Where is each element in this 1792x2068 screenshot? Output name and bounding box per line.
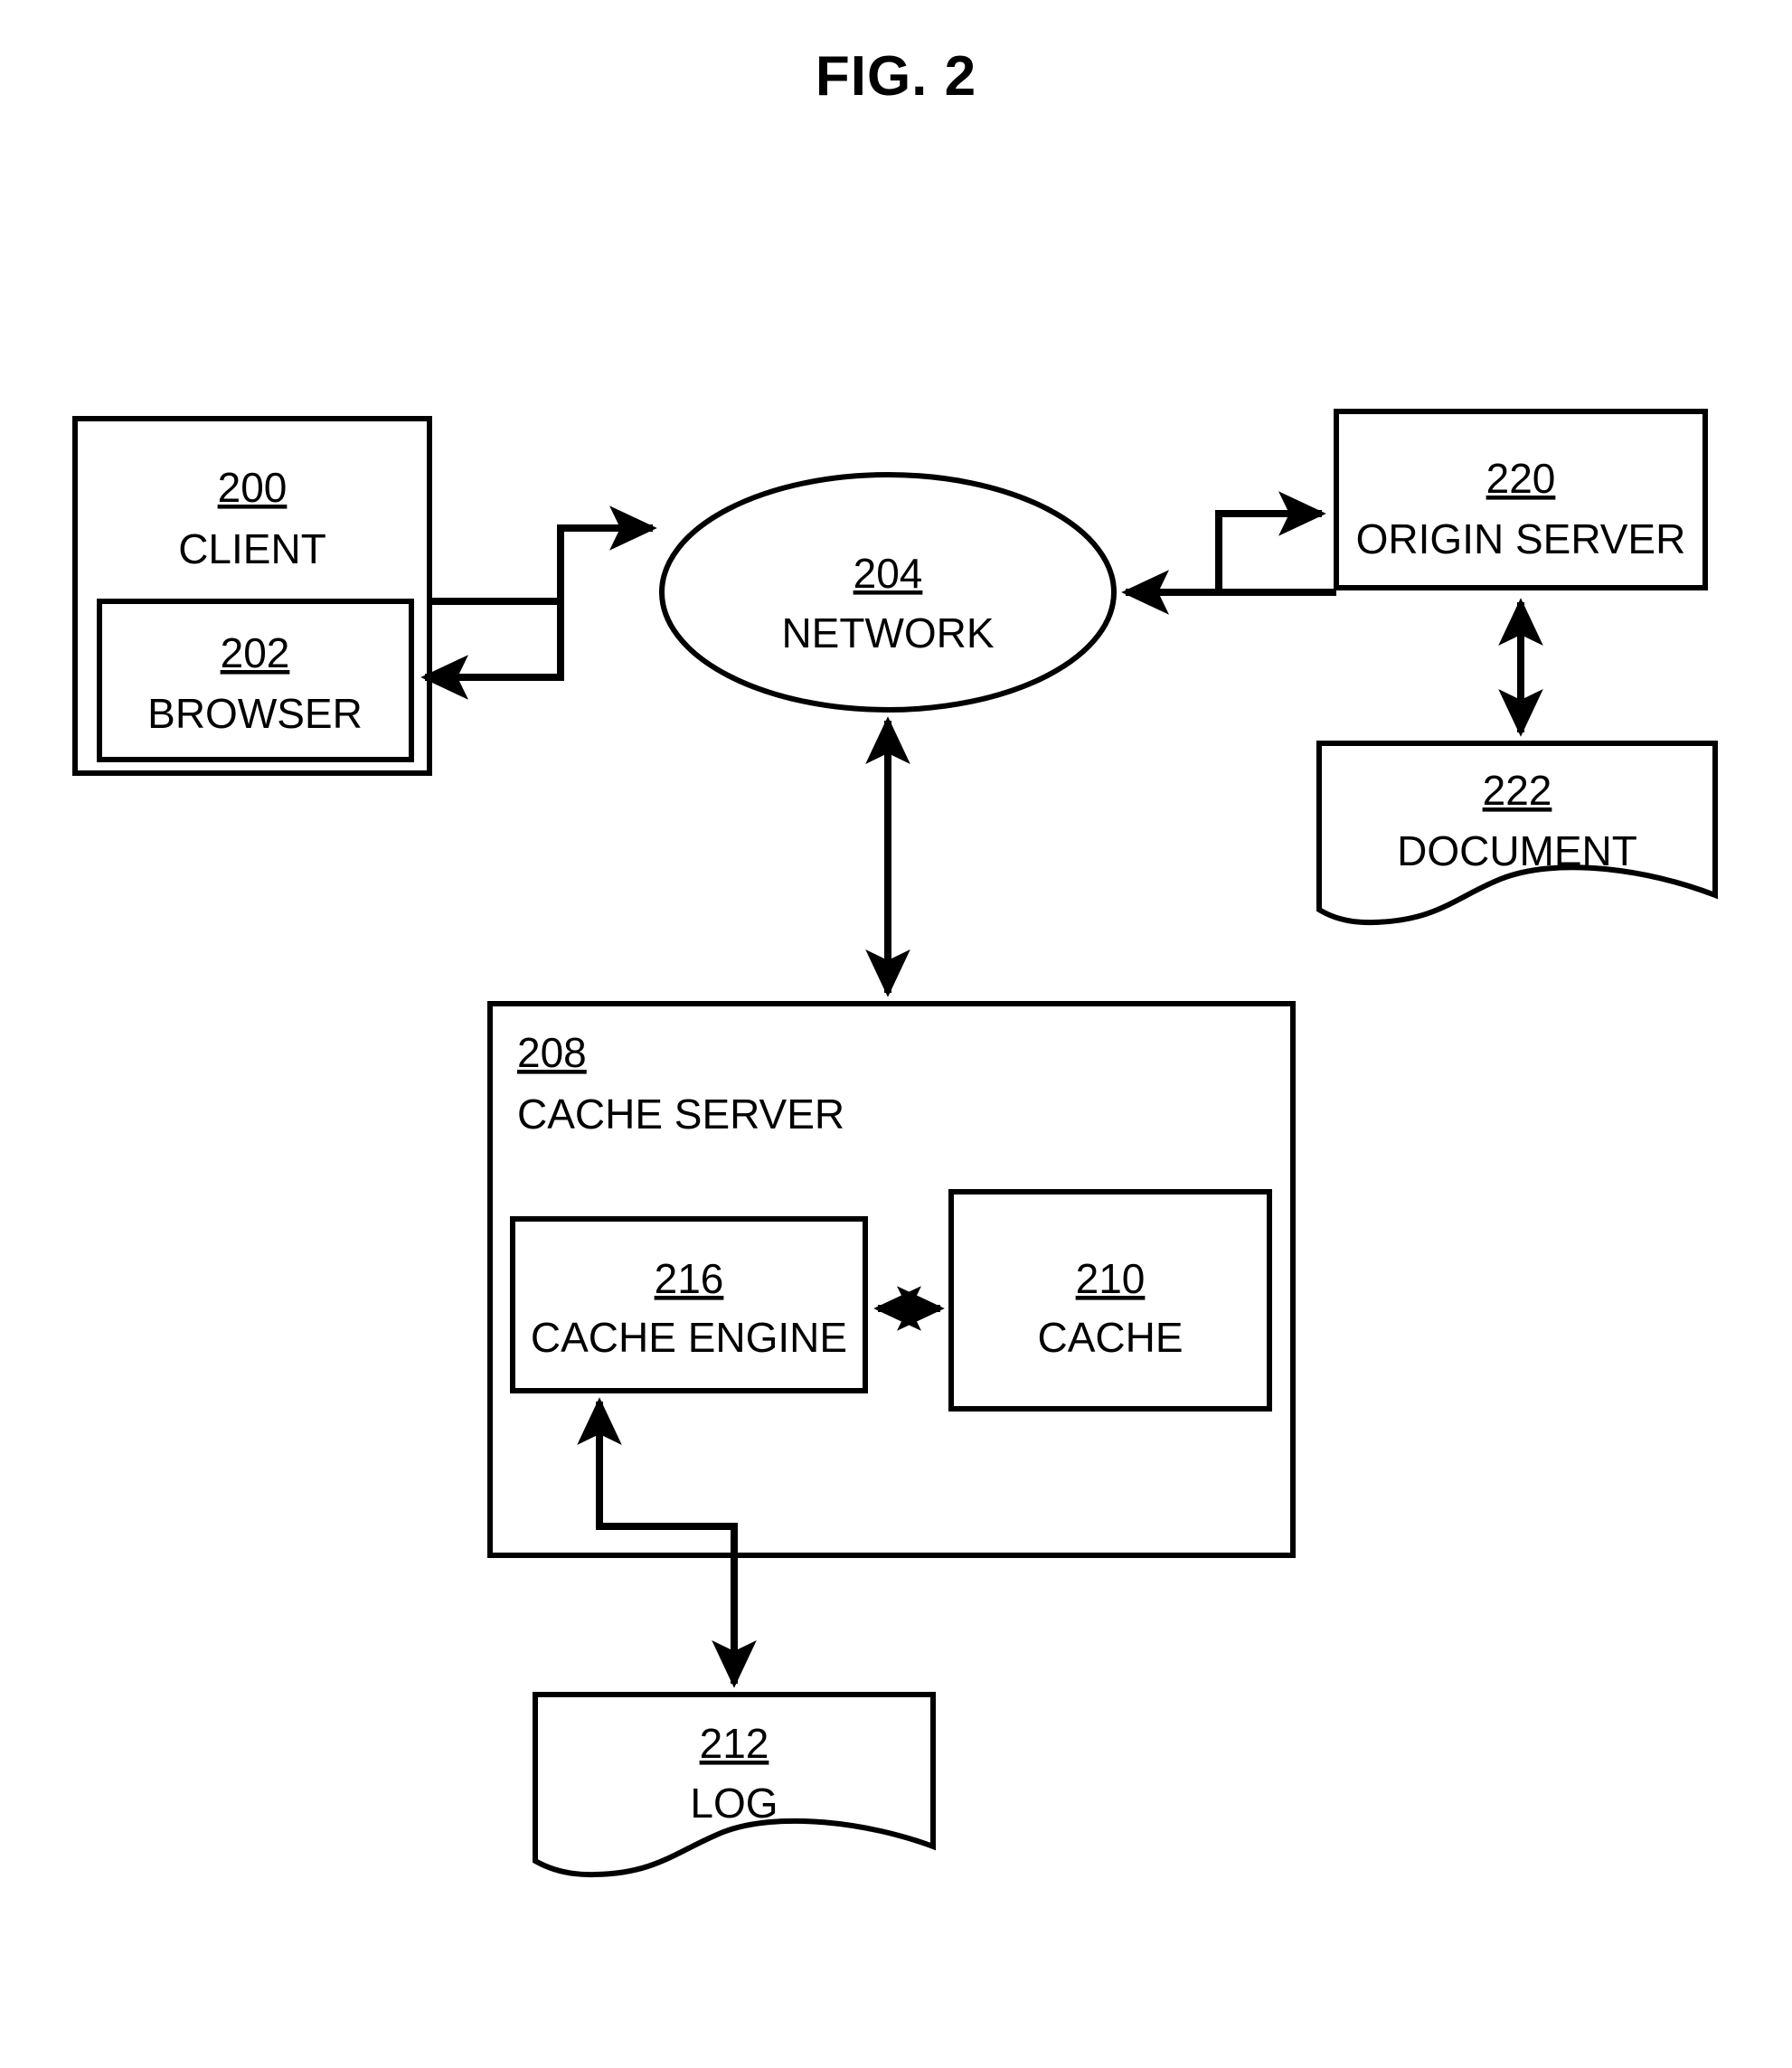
figure-canvas: FIG. 2 200 CLIENT 202 BROWSER 204 NETWOR… — [0, 0, 1792, 2068]
document-ref: 222 — [1483, 767, 1552, 814]
cache-label: CACHE — [1037, 1314, 1183, 1361]
patent-figure-diagram: FIG. 2 200 CLIENT 202 BROWSER 204 NETWOR… — [72, 45, 1718, 1878]
origin-server-label: ORIGIN SERVER — [1356, 515, 1686, 562]
figure-title: FIG. 2 — [816, 45, 976, 108]
network-label: NETWORK — [781, 609, 994, 656]
cache-server-ref: 208 — [517, 1029, 587, 1076]
network-ref: 204 — [854, 550, 923, 597]
connector-client-to-network — [429, 505, 657, 605]
connector-network-to-browser — [420, 601, 564, 700]
log-ref: 212 — [700, 1720, 769, 1767]
origin-server-ref: 220 — [1486, 455, 1556, 502]
cache-engine-label: CACHE ENGINE — [531, 1314, 847, 1361]
cache-ref: 210 — [1076, 1255, 1146, 1302]
cache-server-label: CACHE SERVER — [517, 1091, 844, 1138]
log-label: LOG — [690, 1780, 778, 1827]
document-label: DOCUMENT — [1397, 827, 1637, 874]
browser-label: BROWSER — [147, 690, 363, 737]
connector-network-to-origin-server — [1215, 491, 1326, 592]
cache-engine-box[interactable] — [510, 1216, 868, 1393]
client-ref: 200 — [218, 464, 288, 511]
browser-ref: 202 — [221, 629, 290, 676]
client-label: CLIENT — [178, 525, 326, 572]
cache-engine-ref: 216 — [655, 1255, 724, 1302]
